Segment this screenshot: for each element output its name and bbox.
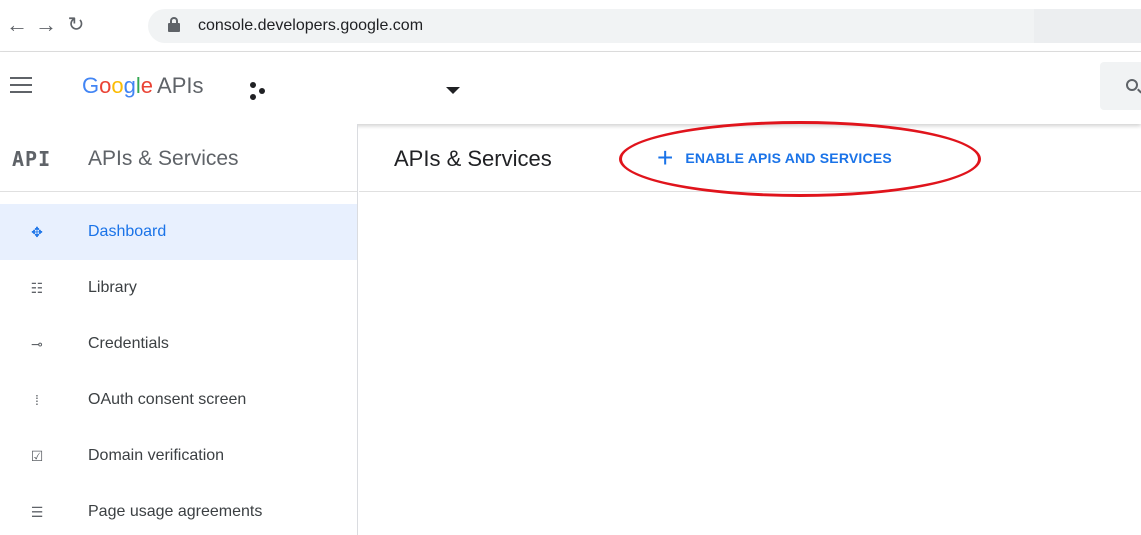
dashboard-icon: ✥ [31,224,43,240]
sidebar-item-label: Credentials [88,335,169,352]
brand-letter: e [140,73,154,98]
settings-list-icon: ☰ [30,504,44,520]
sidebar-item-label: Domain verification [88,447,225,464]
sidebar-item-label: Library [88,279,137,296]
project-icon[interactable] [250,82,272,100]
google-apis-logo[interactable]: Google APIs [82,73,203,99]
brand-letter: o [99,73,112,98]
reload-icon[interactable]: ↻ [63,12,89,38]
sidebar-item-label: Dashboard [88,223,167,240]
page-title: APIs & Services [394,146,552,171]
search-box[interactable] [1100,62,1141,110]
enable-apis-button[interactable]: + ENABLE APIS AND SERVICES [657,142,892,174]
address-bar[interactable]: console.developers.google.com [148,9,1141,43]
brand-suffix: APIs [157,73,204,98]
url-text[interactable]: console.developers.google.com [198,17,423,35]
key-icon: ⊸ [31,336,43,352]
library-icon: ☷ [30,280,44,296]
sidebar-item-oauth-consent-screen[interactable]: ⁞ OAuth consent screen [0,372,357,428]
sidebar-item-library[interactable]: ☷ Library [0,260,357,316]
sidebar-header: API APIs & Services [0,124,357,192]
brand-letter: g [123,73,136,98]
brand-letter: o [111,73,124,98]
back-arrow-icon[interactable]: ← [4,12,30,38]
sidebar-item-page-usage-agreements[interactable]: ☰ Page usage agreements [0,484,357,535]
oauth-icon: ⁞ [35,392,39,408]
sidebar-item-credentials[interactable]: ⊸ Credentials [0,316,357,372]
sidebar-nav: ✥ Dashboard ☷ Library ⊸ Credentials ⁞ OA… [0,192,357,535]
forward-arrow-icon[interactable]: → [33,12,59,38]
sidebar-item-label: Page usage agreements [88,503,263,520]
sidebar-title: APIs & Services [88,147,239,170]
main-header: APIs & Services + ENABLE APIS AND SERVIC… [359,124,1141,192]
hamburger-menu-icon[interactable] [10,77,32,93]
sidebar-item-label: OAuth consent screen [88,391,247,408]
sidebar: API APIs & Services ✥ Dashboard ☷ Librar… [0,124,358,535]
search-icon[interactable] [1126,79,1138,91]
sidebar-item-domain-verification[interactable]: ☑ Domain verification [0,428,357,484]
project-dropdown-icon[interactable] [446,87,460,94]
browser-toolbar: ← → ↻ console.developers.google.com [0,0,1141,52]
brand-letter: G [82,73,100,98]
address-bar-end [1034,9,1141,43]
app-header: Google APIs [0,52,1141,124]
enable-apis-button-label: ENABLE APIS AND SERVICES [685,150,892,166]
lock-icon [168,17,180,33]
plus-icon: + [657,142,674,173]
checkbox-icon: ☑ [30,448,44,464]
sidebar-item-dashboard[interactable]: ✥ Dashboard [0,204,357,260]
api-logo-icon: API [12,147,52,171]
